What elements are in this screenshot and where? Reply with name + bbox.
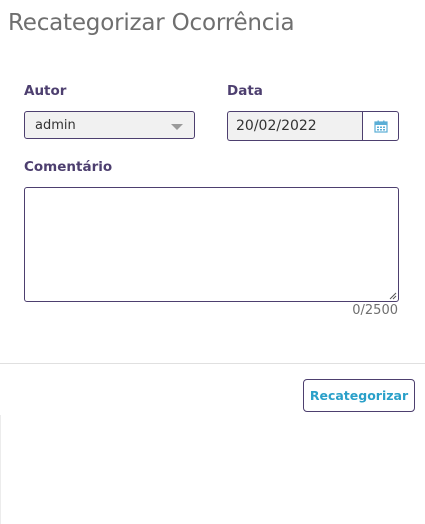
date-label: Data — [227, 83, 263, 99]
calendar-button[interactable] — [362, 111, 399, 141]
left-edge-divider — [0, 415, 1, 524]
calendar-icon — [374, 120, 388, 133]
page-title: Recategorizar Ocorrência — [8, 10, 295, 36]
comment-label: Comentário — [24, 159, 113, 175]
comment-textarea[interactable] — [24, 187, 399, 302]
chevron-down-icon — [171, 124, 183, 130]
author-label: Autor — [24, 83, 67, 99]
resize-grip-icon[interactable] — [389, 292, 397, 300]
author-select-value: admin — [35, 118, 76, 133]
footer-divider — [0, 363, 425, 364]
comment-char-counter: 0/2500 — [352, 303, 398, 318]
author-select[interactable]: admin — [24, 111, 195, 139]
date-input[interactable] — [227, 111, 362, 141]
recategorize-button[interactable]: Recategorizar — [303, 379, 415, 412]
